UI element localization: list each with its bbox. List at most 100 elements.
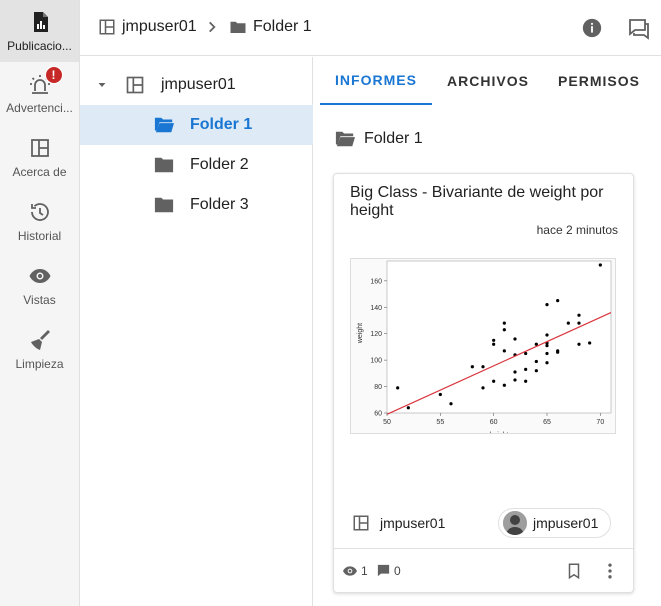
rail-label: Acerca de — [12, 165, 67, 179]
data-point — [545, 333, 549, 337]
tab-permisos[interactable]: PERMISOS — [550, 57, 648, 105]
comment-count-value: 0 — [394, 563, 401, 578]
data-point — [492, 342, 496, 346]
data-point — [502, 349, 506, 353]
card-footer: 1 0 — [334, 548, 633, 592]
tree-item-label: Folder 1 — [190, 116, 253, 133]
report-timestamp: hace 2 minutos — [536, 223, 618, 237]
rail-label: Publicacio... — [7, 39, 72, 53]
main-panel: INFORMES ARCHIVOS PERMISOS Folder 1 Big … — [314, 57, 661, 606]
dashboard-icon — [126, 76, 144, 94]
breadcrumb-current[interactable]: Folder 1 — [229, 18, 312, 36]
tab-informes[interactable]: INFORMES — [320, 57, 432, 105]
report-owner-label: jmpuser01 — [380, 515, 446, 531]
rail-label: Advertenci... — [6, 101, 73, 115]
data-point — [588, 341, 592, 345]
folder-heading: Folder 1 — [334, 129, 423, 149]
x-tick-label: 50 — [383, 419, 391, 426]
tab-archivos[interactable]: ARCHIVOS — [436, 57, 540, 105]
data-point — [577, 342, 581, 346]
data-point — [545, 361, 549, 365]
data-point — [524, 367, 528, 371]
more-vert-icon — [608, 563, 612, 579]
eye-icon — [343, 566, 357, 576]
report-title: Big Class - Bivariante de weight por hei… — [350, 184, 604, 219]
x-tick-label: 70 — [596, 419, 604, 426]
tree-root[interactable]: jmpuser01 — [80, 65, 313, 105]
tree-item-label: Folder 2 — [190, 156, 249, 173]
x-tick-label: 60 — [490, 419, 498, 426]
folder-heading-label: Folder 1 — [364, 130, 423, 147]
comments-icon — [629, 19, 649, 40]
y-tick-label: 100 — [370, 358, 382, 365]
alarm-light-icon: ! — [28, 66, 63, 96]
user-chip[interactable]: jmpuser01 — [498, 508, 612, 538]
dashboard-icon — [353, 515, 369, 531]
tree-item-folder-2[interactable]: Folder 2 — [80, 145, 313, 185]
folder-icon — [154, 157, 174, 173]
tree-item-label: Folder 3 — [190, 196, 249, 213]
data-point — [577, 313, 581, 317]
top-bar: jmpuser01 Folder 1 — [80, 0, 661, 56]
rail-label: Limpieza — [15, 357, 64, 371]
data-point — [534, 359, 538, 364]
data-point — [556, 299, 560, 303]
data-point — [481, 386, 485, 390]
data-point — [598, 263, 602, 267]
info-icon — [582, 18, 602, 38]
comment-icon — [377, 564, 390, 577]
data-point — [502, 321, 506, 325]
report-icon — [28, 10, 52, 34]
data-point — [492, 338, 496, 342]
rail-item-advertencias[interactable]: ! Advertenci... — [0, 62, 79, 124]
view-count-value: 1 — [361, 564, 368, 578]
view-count: 1 — [342, 563, 368, 579]
y-tick-label: 120 — [370, 331, 382, 338]
history-icon — [28, 200, 52, 224]
rail-item-vistas[interactable]: Vistas — [0, 254, 79, 316]
info-button[interactable] — [578, 14, 606, 42]
folder-icon — [154, 197, 174, 213]
breadcrumb-current-label: Folder 1 — [253, 18, 312, 35]
bookmark-icon — [568, 563, 580, 580]
eye-icon — [28, 264, 52, 288]
rail-item-historial[interactable]: Historial — [0, 190, 79, 252]
report-owner: jmpuser01 — [352, 514, 445, 532]
rail-label: Vistas — [23, 293, 56, 307]
rail-item-acerca-de[interactable]: Acerca de — [0, 126, 79, 188]
comments-button[interactable] — [625, 14, 653, 42]
data-point — [524, 379, 528, 383]
y-axis-label: weight — [357, 323, 364, 344]
alert-badge: ! — [44, 66, 63, 84]
tree-item-folder-3[interactable]: Folder 3 — [80, 185, 313, 225]
rail-label: Historial — [17, 229, 62, 243]
bookmark-button[interactable] — [562, 559, 586, 583]
rail-item-limpieza[interactable]: Limpieza — [0, 318, 79, 380]
data-point — [566, 321, 570, 325]
tree-item-folder-1[interactable]: Folder 1 — [80, 105, 313, 145]
breadcrumb-root-label: jmpuser01 — [122, 18, 197, 35]
broom-icon — [28, 328, 52, 352]
report-card[interactable]: Big Class - Bivariante de weight por hei… — [333, 173, 634, 593]
data-point — [438, 392, 442, 397]
data-point — [502, 383, 506, 387]
more-options-button[interactable] — [598, 559, 622, 583]
plot-area — [386, 260, 612, 414]
user-chip-label: jmpuser01 — [533, 515, 599, 531]
data-point — [534, 369, 538, 373]
app-window: Publicacio... ! Advertenci... Acerca de … — [0, 0, 661, 606]
breadcrumb-root[interactable]: jmpuser01 — [98, 18, 197, 36]
data-point — [545, 303, 549, 307]
data-point — [396, 386, 400, 390]
data-point — [449, 402, 453, 406]
scatter-chart: 50 55 60 65 70 60 80 100 120 140 160 weight heigh… — [357, 260, 612, 439]
tree-root-label: jmpuser01 — [161, 76, 236, 93]
caret-down-icon — [98, 83, 106, 87]
data-point — [492, 379, 496, 383]
report-thumbnail[interactable]: 50 55 60 65 70 60 80 100 120 140 160 weight heigh… — [350, 258, 616, 439]
data-point — [545, 351, 549, 356]
data-point — [556, 349, 560, 353]
rail-item-publicaciones[interactable]: Publicacio... — [0, 0, 79, 62]
data-point — [481, 365, 485, 369]
folder-open-icon — [335, 131, 355, 147]
